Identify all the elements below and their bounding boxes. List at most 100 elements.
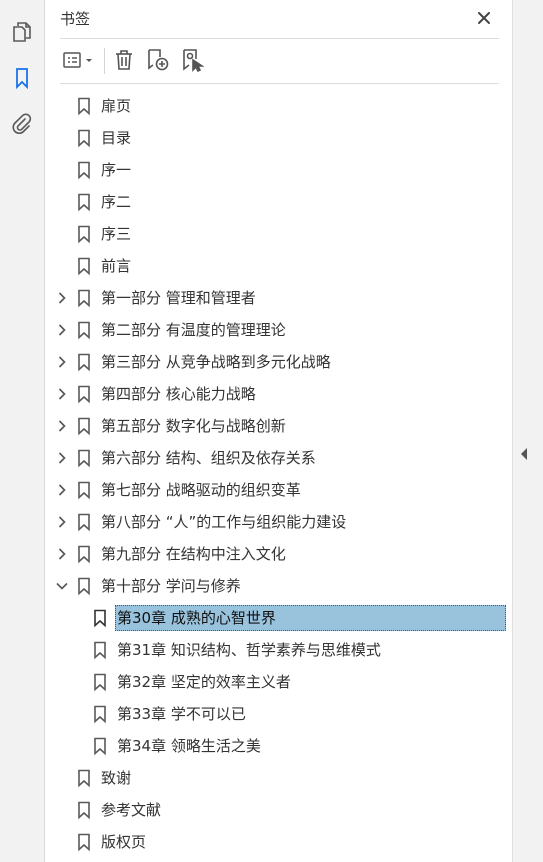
bookmark-label: 第八部分 “人”的工作与组织能力建设	[101, 513, 347, 531]
bookmark-child-item[interactable]: 第30章 成熟的心智世界	[45, 602, 512, 634]
bookmark-icon	[77, 769, 91, 788]
bookmark-item[interactable]: 序二	[45, 186, 512, 218]
chevron-right-icon[interactable]	[55, 483, 69, 497]
left-navigation-rail	[0, 0, 45, 862]
bookmark-child-item[interactable]: 第31章 知识结构、哲学素养与思维模式	[45, 634, 512, 666]
chevron-right-icon[interactable]	[55, 387, 69, 401]
bookmark-label: 前言	[101, 257, 132, 275]
bookmark-icon	[93, 609, 107, 628]
bookmark-label: 版权页	[101, 833, 147, 851]
bookmark-label: 目录	[101, 129, 132, 147]
close-icon[interactable]	[475, 9, 493, 27]
chevron-right-icon[interactable]	[55, 419, 69, 433]
bookmark-item[interactable]: 第八部分 “人”的工作与组织能力建设	[45, 506, 512, 538]
bookmark-item[interactable]: 序三	[45, 218, 512, 250]
panel-title: 书签	[60, 10, 91, 28]
bookmark-icon	[77, 161, 91, 180]
bookmark-label: 第五部分 数字化与战略创新	[101, 417, 286, 435]
panel-collapse-gutter[interactable]	[512, 0, 543, 862]
bookmark-item[interactable]: 第五部分 数字化与战略创新	[45, 410, 512, 442]
divider	[60, 38, 499, 39]
chevron-right-icon[interactable]	[55, 451, 69, 465]
bookmark-label: 第七部分 战略驱动的组织变革	[101, 481, 301, 499]
bookmark-label: 扉页	[101, 97, 132, 115]
bookmark-label: 致谢	[101, 769, 132, 787]
new-bookmark-icon	[146, 48, 170, 76]
bookmark-child-item[interactable]: 第34章 领略生活之美	[45, 730, 512, 762]
bookmark-child-item[interactable]: 第32章 坚定的效率主义者	[45, 666, 512, 698]
bookmark-item[interactable]: 第十部分 学问与修养	[45, 570, 512, 602]
bookmark-item[interactable]: 致谢	[45, 762, 512, 794]
bookmark-item[interactable]: 第七部分 战略驱动的组织变革	[45, 474, 512, 506]
bookmark-item[interactable]: 第六部分 结构、组织及依存关系	[45, 442, 512, 474]
chevron-right-icon[interactable]	[55, 355, 69, 369]
bookmark-item[interactable]: 第九部分 在结构中注入文化	[45, 538, 512, 570]
bookmark-item[interactable]: 前言	[45, 250, 512, 282]
options-menu-button[interactable]	[60, 48, 98, 76]
bookmark-label: 第六部分 结构、组织及依存关系	[101, 449, 316, 467]
delete-bookmark-button[interactable]	[110, 48, 138, 76]
bookmark-icon	[93, 705, 107, 724]
bookmark-icon	[77, 225, 91, 244]
collapse-arrow-icon[interactable]	[519, 447, 529, 461]
bookmark-item[interactable]: 第二部分 有温度的管理理论	[45, 314, 512, 346]
bookmark-icon	[77, 97, 91, 116]
bookmark-icon	[77, 385, 91, 404]
bookmark-item[interactable]: 第四部分 核心能力战略	[45, 378, 512, 410]
bookmark-icon	[77, 193, 91, 212]
bookmark-icon[interactable]	[8, 64, 36, 92]
delete-icon	[114, 49, 134, 75]
bookmark-label: 第十部分 学问与修养	[101, 577, 241, 595]
bookmark-label: 第三部分 从竞争战略到多元化战略	[101, 353, 331, 371]
bookmark-icon	[77, 129, 91, 148]
bookmark-icon	[93, 673, 107, 692]
bookmark-label: 序一	[101, 161, 132, 179]
bookmarks-toolbar	[60, 46, 499, 78]
bookmark-label: 第30章 成熟的心智世界	[117, 609, 276, 627]
chevron-down-icon[interactable]	[55, 579, 69, 593]
bookmark-child-item[interactable]: 第33章 学不可以已	[45, 698, 512, 730]
bookmark-label: 第32章 坚定的效率主义者	[117, 673, 291, 691]
bookmark-item[interactable]: 第三部分 从竞争战略到多元化战略	[45, 346, 512, 378]
bookmark-item[interactable]: 目录	[45, 122, 512, 154]
chevron-right-icon[interactable]	[55, 323, 69, 337]
bookmark-icon	[93, 641, 107, 660]
bookmark-icon	[77, 417, 91, 436]
bookmark-item[interactable]: 扉页	[45, 90, 512, 122]
bookmark-label: 第一部分 管理和管理者	[101, 289, 256, 307]
bookmark-icon	[77, 545, 91, 564]
bookmark-icon	[77, 289, 91, 308]
chevron-right-icon[interactable]	[55, 515, 69, 529]
bookmark-item[interactable]: 第一部分 管理和管理者	[45, 282, 512, 314]
chevron-right-icon[interactable]	[55, 291, 69, 305]
bookmark-icon	[77, 481, 91, 500]
bookmark-label: 第九部分 在结构中注入文化	[101, 545, 286, 563]
bookmark-icon	[77, 513, 91, 532]
bookmark-from-selection-icon	[180, 48, 205, 76]
bookmark-label: 参考文献	[101, 801, 162, 819]
bookmark-item[interactable]: 版权页	[45, 826, 512, 858]
bookmark-label: 第四部分 核心能力战略	[101, 385, 256, 403]
attachment-icon[interactable]	[8, 110, 36, 138]
pages-icon[interactable]	[8, 18, 36, 46]
bookmark-label: 序三	[101, 225, 132, 243]
bookmark-label: 第31章 知识结构、哲学素养与思维模式	[117, 641, 381, 659]
chevron-right-icon[interactable]	[55, 547, 69, 561]
divider	[60, 83, 499, 84]
bookmark-icon	[77, 353, 91, 372]
bookmark-icon	[77, 257, 91, 276]
bookmark-from-selection-button[interactable]	[178, 48, 206, 76]
new-bookmark-button[interactable]	[144, 48, 172, 76]
bookmark-icon	[77, 833, 91, 852]
bookmark-item[interactable]: 参考文献	[45, 794, 512, 826]
bookmark-label: 第二部分 有温度的管理理论	[101, 321, 286, 339]
toolbar-separator	[104, 48, 105, 74]
options-menu-icon	[62, 50, 96, 74]
bookmark-item[interactable]: 序一	[45, 154, 512, 186]
bookmark-icon	[77, 801, 91, 820]
bookmark-label: 序二	[101, 193, 132, 211]
bookmark-icon	[77, 321, 91, 340]
bookmarks-panel: 书签 扉页 目录 序一 序二 序三 前言 第一部分 管理和管理者 第二部分 有温…	[45, 0, 512, 862]
bookmark-label: 第33章 学不可以已	[117, 705, 246, 723]
bookmark-icon	[77, 577, 91, 596]
